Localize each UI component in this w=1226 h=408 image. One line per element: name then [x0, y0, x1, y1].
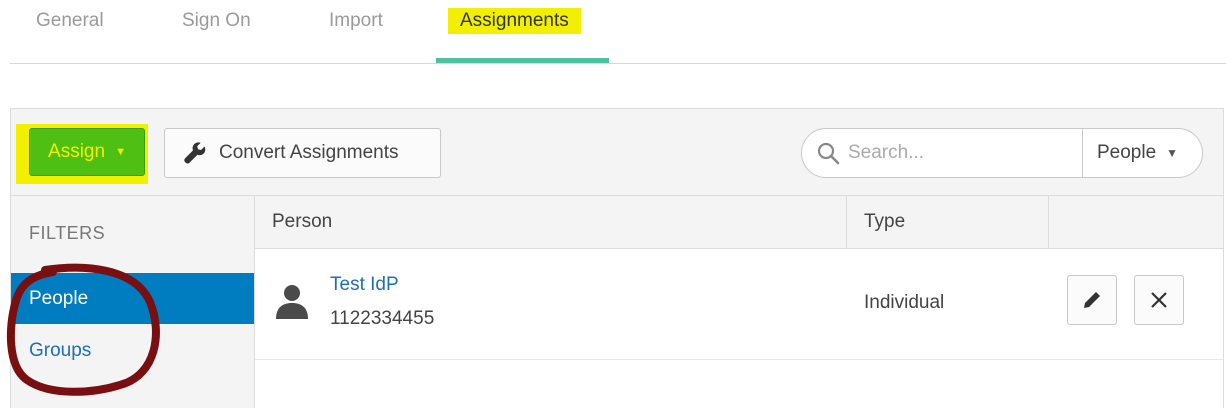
filter-item-people[interactable]: People	[11, 273, 254, 324]
caret-down-icon: ▼	[1166, 146, 1179, 160]
assign-button[interactable]: Assign ▼	[29, 128, 145, 176]
filter-item-label: Groups	[29, 339, 92, 361]
filters-title: FILTERS	[29, 223, 106, 243]
column-header-person: Person	[255, 196, 847, 248]
tab-import[interactable]: Import	[329, 8, 383, 34]
search-scope-select[interactable]: People ▼	[1082, 129, 1202, 177]
wrench-icon	[184, 142, 206, 164]
search-scope-value: People	[1097, 142, 1157, 163]
convert-assignments-button[interactable]: Convert Assignments	[164, 128, 441, 178]
table-header: Person Type	[255, 196, 1223, 249]
assignments-table: Person Type Test IdP 1122334455 Individu…	[255, 196, 1223, 408]
table-row: Test IdP 1122334455 Individual	[255, 249, 1223, 360]
search-input[interactable]	[846, 141, 1070, 165]
tab-sign-on[interactable]: Sign On	[182, 8, 251, 34]
assign-button-label: Assign	[48, 141, 106, 162]
convert-assignments-label: Convert Assignments	[219, 142, 399, 163]
filter-item-groups[interactable]: Groups	[11, 325, 254, 376]
filter-item-label: People	[29, 287, 89, 309]
assignments-panel: Assign ▼ Convert Assignments People ▼ FI…	[6, 108, 1224, 408]
caret-down-icon: ▼	[115, 146, 126, 158]
pencil-icon	[1084, 292, 1100, 308]
active-tab-indicator	[436, 58, 609, 63]
column-header-type: Type	[847, 196, 1049, 248]
column-header-actions	[1049, 196, 1223, 248]
tab-divider	[10, 63, 1226, 64]
tab-general[interactable]: General	[36, 8, 104, 34]
person-icon	[276, 285, 308, 319]
remove-button[interactable]	[1134, 275, 1184, 325]
toolbar: Assign ▼ Convert Assignments People ▼	[11, 109, 1223, 196]
edit-button[interactable]	[1067, 275, 1117, 325]
tab-assignments[interactable]: Assignments	[448, 8, 581, 34]
close-icon	[1151, 292, 1167, 308]
search-icon	[817, 142, 840, 165]
assignment-type: Individual	[864, 292, 945, 313]
search-box: People ▼	[801, 128, 1203, 178]
person-id: 1122334455	[330, 308, 435, 329]
person-name-link[interactable]: Test IdP	[330, 274, 399, 296]
filters-sidebar: FILTERS People Groups	[6, 196, 255, 408]
tab-bar: General Sign On Import Assignments	[10, 0, 1226, 64]
